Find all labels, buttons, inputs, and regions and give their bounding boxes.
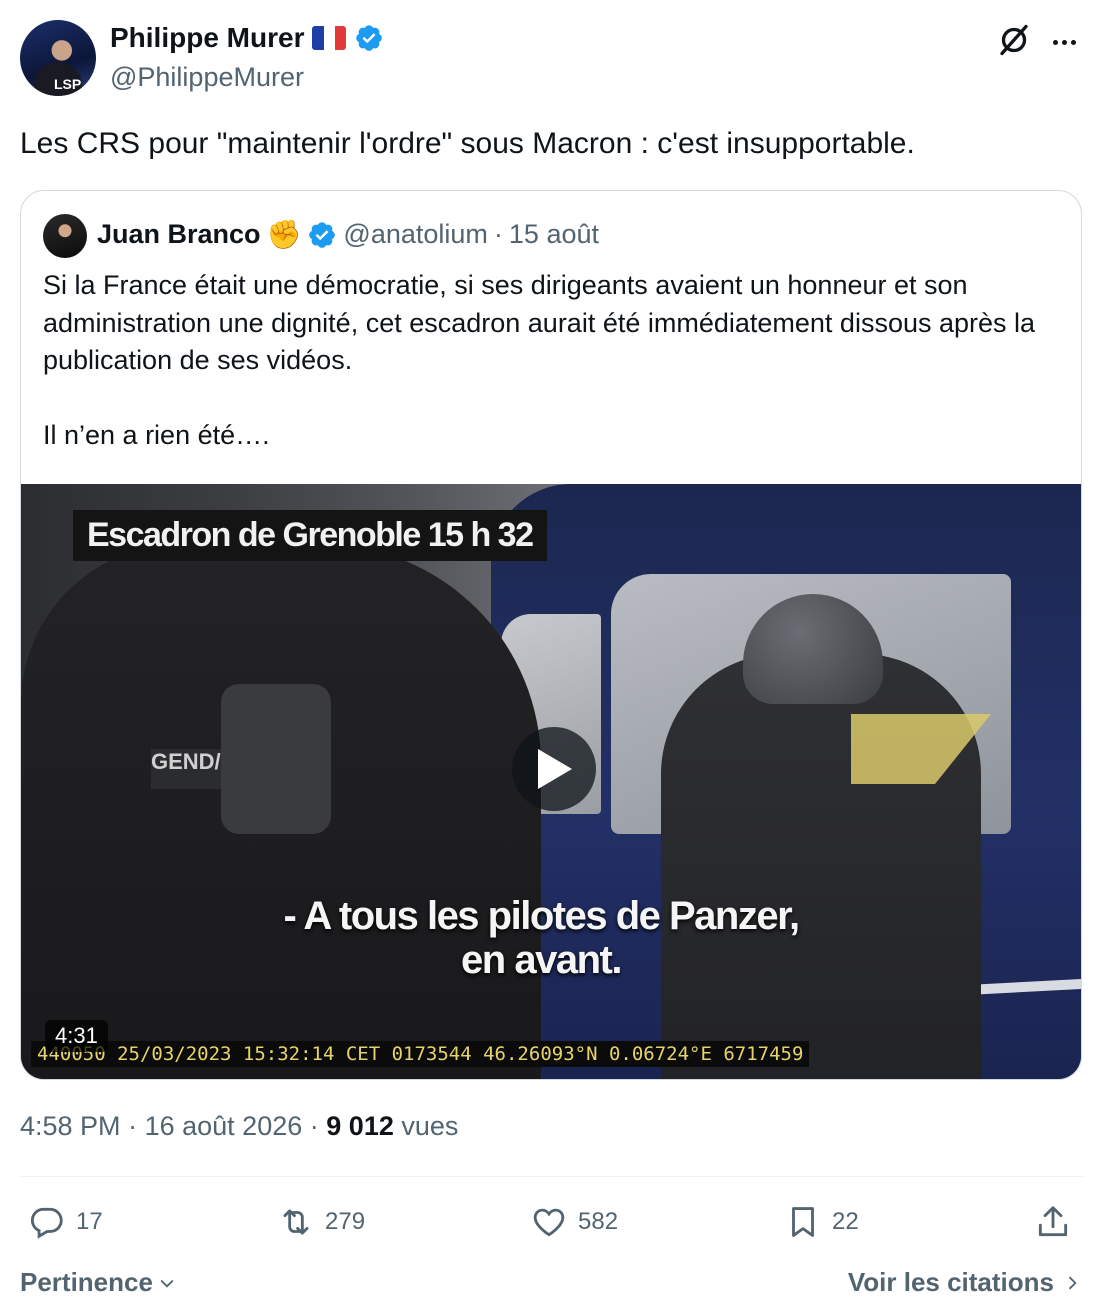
french-flag-icon [312, 26, 347, 50]
raised-fist-emoji: ✊ [266, 219, 302, 250]
video-subtitle: - A tous les pilotes de Panzer, en avant… [221, 894, 861, 982]
video-player[interactable]: GEND/ Escadron de Grenoble 15 h 32 - A t… [21, 484, 1081, 1079]
author-handle[interactable]: @PhilippeMurer [110, 62, 304, 93]
quoted-author-name[interactable]: Juan Branco [97, 219, 261, 250]
sort-dropdown[interactable]: Pertinence [20, 1267, 177, 1298]
chevron-down-icon [160, 1279, 174, 1288]
video-caption: Escadron de Grenoble 15 h 32 [73, 510, 547, 561]
bookmark-count: 22 [832, 1208, 859, 1235]
views-count: 9 012 [326, 1111, 394, 1141]
author-display-name[interactable]: Philippe Murer [110, 22, 304, 54]
quoted-author-handle[interactable]: @anatolium [343, 219, 487, 250]
verified-badge-icon [309, 221, 336, 248]
more-options-icon[interactable] [1046, 24, 1082, 60]
view-quotes-label: Voir les citations [847, 1267, 1054, 1297]
retweet-button[interactable]: 279 [277, 1203, 365, 1241]
quoted-tweet-header: Juan Branco ✊ @anatolium · 15 août [97, 218, 599, 251]
quoted-paragraph: Il n’en a rien été…. [43, 420, 270, 450]
like-count: 582 [578, 1208, 619, 1235]
avatar-logo: LSP [54, 76, 82, 92]
author-name-row: Philippe Murer [110, 22, 384, 54]
retweet-icon [283, 1209, 309, 1235]
author-avatar[interactable]: LSP [20, 20, 96, 96]
quoted-tweet-text: Si la France était une démocratie, si se… [43, 267, 1063, 455]
reply-icon [30, 1207, 63, 1239]
chevron-right-icon [1068, 1276, 1077, 1289]
separator-dot: · [309, 1111, 319, 1141]
quoted-author-avatar[interactable] [43, 214, 87, 258]
tweet-text: Les CRS pour "maintenir l'ordre" sous Ma… [20, 127, 915, 160]
bookmark-icon [792, 1207, 814, 1237]
retweet-count: 279 [325, 1208, 366, 1235]
views-label: vues [401, 1111, 459, 1141]
like-button[interactable]: 582 [530, 1203, 618, 1241]
sort-label: Pertinence [20, 1267, 153, 1297]
heart-icon [533, 1208, 565, 1237]
view-quotes-link[interactable]: Voir les citations [848, 1267, 1082, 1298]
quoted-tweet-date[interactable]: 15 août [509, 219, 599, 250]
play-button[interactable] [512, 727, 596, 811]
tweet-date[interactable]: 16 août 2026 [145, 1111, 303, 1141]
grok-icon[interactable] [996, 22, 1032, 58]
tweet-meta: 4:58 PM · 16 août 2026 · 9 012 vues [20, 1111, 458, 1142]
video-duration: 4:31 [45, 1020, 108, 1052]
share-button[interactable] [1034, 1203, 1072, 1241]
share-icon [1038, 1206, 1068, 1237]
bookmark-button[interactable]: 22 [784, 1203, 859, 1241]
video-patch: GEND/ [151, 749, 221, 789]
play-icon [538, 749, 572, 789]
video-radio [221, 684, 331, 834]
video-subtitle-line: - A tous les pilotes de Panzer, [283, 894, 800, 938]
separator-dot: · [128, 1111, 138, 1141]
reply-count: 17 [76, 1208, 103, 1235]
quoted-paragraph: Si la France était une démocratie, si se… [43, 270, 1036, 375]
tweet-time[interactable]: 4:58 PM [20, 1111, 121, 1141]
video-subtitle-line: en avant. [461, 938, 622, 982]
video-timecode: 440050 25/03/2023 15:32:14 CET 0173544 4… [31, 1041, 810, 1067]
reply-button[interactable]: 17 [28, 1203, 103, 1241]
divider [20, 1176, 1084, 1177]
verified-badge-icon [356, 25, 383, 51]
separator-dot: · [493, 219, 503, 249]
quoted-tweet-card[interactable]: Juan Branco ✊ @anatolium · 15 août Si la… [20, 190, 1082, 1080]
